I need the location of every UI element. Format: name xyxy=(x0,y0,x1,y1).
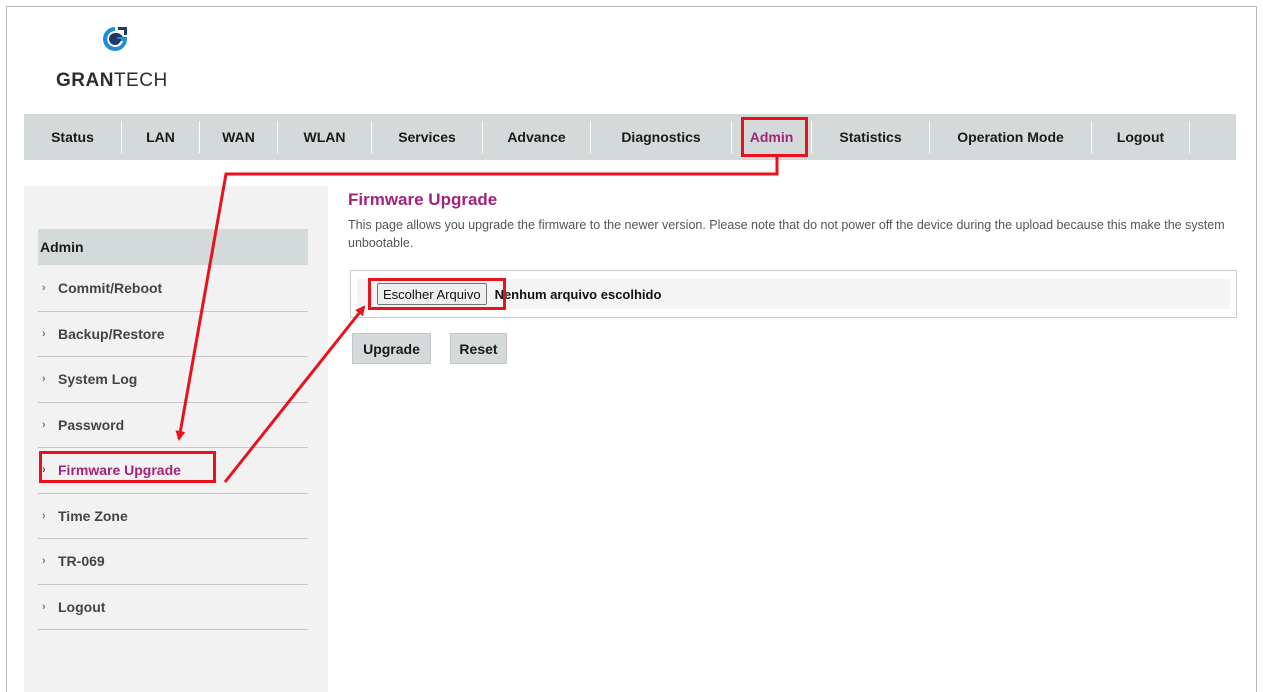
nav-statistics[interactable]: Statistics xyxy=(812,121,930,153)
sidebar-item-label: System Log xyxy=(58,371,138,388)
sidebar-item-logout[interactable]: › Logout xyxy=(38,585,308,630)
nav-operation-mode[interactable]: Operation Mode xyxy=(930,121,1092,153)
sidebar-item-time-zone[interactable]: › Time Zone xyxy=(38,494,308,539)
chevron-right-icon: › xyxy=(42,373,46,386)
chevron-right-icon: › xyxy=(42,600,46,613)
main-nav: Status LAN WAN WLAN Services Advance Dia… xyxy=(24,114,1236,160)
sidebar-item-backup-restore[interactable]: › Backup/Restore xyxy=(38,312,308,357)
chevron-right-icon: › xyxy=(42,509,46,522)
file-upload-panel: Escolher Arquivo Nenhum arquivo escolhid… xyxy=(350,270,1237,318)
nav-wan[interactable]: WAN xyxy=(200,121,278,153)
nav-lan[interactable]: LAN xyxy=(122,121,200,153)
nav-admin[interactable]: Admin xyxy=(732,121,812,153)
nav-status[interactable]: Status xyxy=(24,121,122,153)
page-title: Firmware Upgrade xyxy=(348,190,498,209)
chevron-right-icon: › xyxy=(42,464,46,477)
reset-button[interactable]: Reset xyxy=(450,333,507,364)
nav-services[interactable]: Services xyxy=(372,121,483,153)
chevron-right-icon: › xyxy=(42,282,46,295)
sidebar-item-label: Commit/Reboot xyxy=(58,280,163,297)
choose-file-button[interactable]: Escolher Arquivo xyxy=(377,283,487,305)
chevron-right-icon: › xyxy=(42,418,46,431)
sidebar-item-label: Password xyxy=(58,416,125,433)
grantech-logo: GRANTECH xyxy=(56,24,186,94)
sidebar-item-tr-069[interactable]: › TR-069 xyxy=(38,539,308,585)
sidebar-menu: › Commit/Reboot › Backup/Restore › System L… xyxy=(38,266,308,630)
chevron-right-icon: › xyxy=(42,327,46,340)
sidebar-item-label: TR-069 xyxy=(58,553,105,570)
sidebar-item-label: Logout xyxy=(58,598,106,615)
page-description: This page allows you upgrade the firmwar… xyxy=(348,218,1225,250)
main-content: Firmware Upgrade This page allows you up… xyxy=(348,190,1228,252)
sidebar-item-password[interactable]: › Password xyxy=(38,403,308,448)
brand-name: GRANTECH xyxy=(56,70,168,91)
sidebar-item-commit-reboot[interactable]: › Commit/Reboot xyxy=(38,266,308,312)
sidebar: Admin › Commit/Reboot › Backup/Restore › Sy… xyxy=(24,186,328,692)
sidebar-header: Admin xyxy=(38,229,308,265)
chevron-right-icon: › xyxy=(42,555,46,568)
nav-advance[interactable]: Advance xyxy=(483,121,591,153)
nav-logout[interactable]: Logout xyxy=(1092,121,1190,153)
sidebar-item-label: Firmware Upgrade xyxy=(58,462,181,479)
file-status-text: Nenhum arquivo escolhido xyxy=(494,286,662,302)
file-input-row: Escolher Arquivo Nenhum arquivo escolhid… xyxy=(357,279,1230,309)
sidebar-item-firmware-upgrade[interactable]: › Firmware Upgrade xyxy=(38,448,308,494)
sidebar-item-label: Time Zone xyxy=(58,507,128,524)
nav-wlan[interactable]: WLAN xyxy=(278,121,372,153)
upgrade-button[interactable]: Upgrade xyxy=(352,333,431,364)
sidebar-item-label: Backup/Restore xyxy=(58,325,165,342)
nav-diagnostics[interactable]: Diagnostics xyxy=(591,121,732,153)
sidebar-item-system-log[interactable]: › System Log xyxy=(38,357,308,403)
grantech-logo-icon xyxy=(103,27,127,51)
